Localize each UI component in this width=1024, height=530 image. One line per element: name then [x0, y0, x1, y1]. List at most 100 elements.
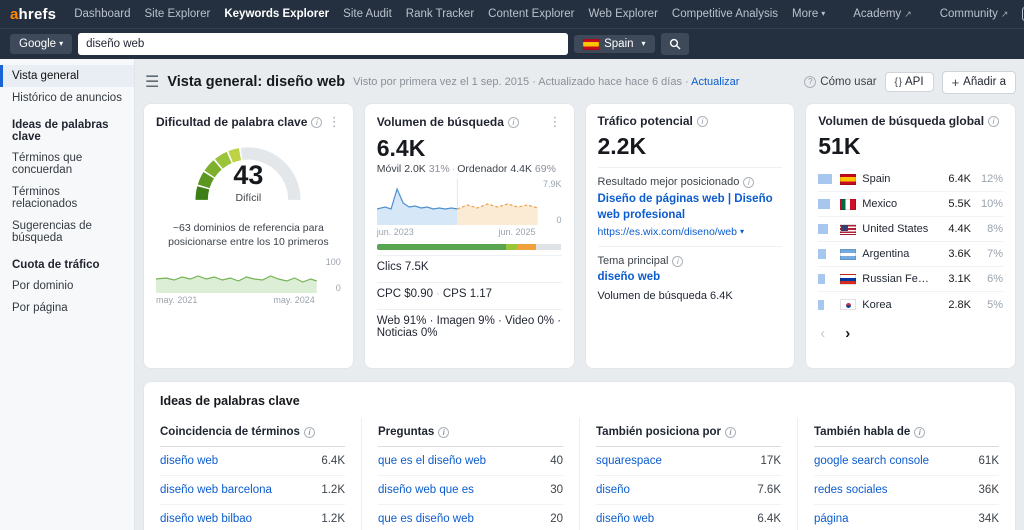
page-subtitle: Visto por primera vez el 1 sep. 2015 · A…: [353, 76, 739, 88]
refresh-link[interactable]: Actualizar: [691, 76, 739, 88]
keyword-search-input[interactable]: [78, 33, 568, 55]
card-menu-icon[interactable]: [328, 114, 341, 130]
nav-item-academy[interactable]: Academy: [853, 8, 911, 20]
keyword-link[interactable]: que es diseño web: [378, 513, 474, 525]
nav-item-rank-tracker[interactable]: Rank Tracker: [406, 8, 474, 20]
parent-topic-link[interactable]: diseño web: [598, 271, 661, 283]
table-row: redes sociales36K: [814, 476, 999, 505]
keyword-ideas-panel: Ideas de palabras clave Coincidencia de …: [143, 381, 1016, 530]
divider: [598, 167, 783, 168]
country-name[interactable]: Spain: [862, 173, 931, 185]
info-icon[interactable]: [697, 116, 708, 127]
table-row: página34K: [814, 505, 999, 530]
question-icon: [804, 76, 816, 88]
api-button[interactable]: API: [885, 72, 934, 92]
ahrefs-logo[interactable]: ahrefs: [10, 6, 56, 23]
nav-item-web-explorer[interactable]: Web Explorer: [588, 8, 657, 20]
difficulty-value: 43: [183, 160, 313, 191]
menu-icon[interactable]: [145, 72, 159, 92]
sidebar-section-traffic-share: Cuota de tráfico: [0, 249, 134, 275]
keyword-ideas-title: Ideas de palabras clave: [144, 382, 1015, 418]
sidebar-item-ads-history[interactable]: Histórico de anuncios: [0, 87, 134, 109]
keyword-link[interactable]: diseño web que es: [378, 484, 474, 496]
card-menu-icon[interactable]: [549, 114, 562, 130]
country-name[interactable]: Argentina: [862, 248, 931, 260]
prev-page-icon[interactable]: ‹: [820, 326, 825, 341]
country-name[interactable]: Mexico: [862, 198, 931, 210]
difficulty-label: Difícil: [183, 192, 313, 204]
nav-item-site-audit[interactable]: Site Audit: [343, 8, 392, 20]
spain-flag-icon: [583, 39, 599, 50]
keyword-link[interactable]: diseño web: [596, 513, 654, 525]
info-icon[interactable]: [508, 117, 519, 128]
sidebar-item-related-terms[interactable]: Términos relacionados: [0, 181, 134, 215]
top-result-title-link[interactable]: Diseño de páginas web | Diseño web profe…: [598, 192, 783, 223]
info-icon[interactable]: [672, 256, 683, 267]
cpc-cps-row: CPC $0.90·CPS 1.17: [377, 282, 562, 304]
table-row: diseño web bilbao1.2K: [160, 505, 345, 530]
keyword-link[interactable]: diseño web: [160, 455, 218, 467]
table-row: que es diseño web20: [378, 505, 563, 530]
sidebar-item-by-page[interactable]: Por página: [0, 297, 134, 319]
nav-item-dashboard[interactable]: Dashboard: [74, 8, 130, 20]
difficulty-description: ~63 dominios de referencia para posicion…: [160, 221, 337, 249]
info-icon[interactable]: [988, 116, 999, 127]
keyword-link[interactable]: google search console: [814, 455, 929, 467]
united-states-flag-icon: [840, 224, 856, 235]
card-title: Dificultad de palabra clave: [156, 115, 307, 129]
keyword-difficulty-card: Dificultad de palabra clave 43: [143, 103, 354, 369]
column-matching-terms: Coincidencia de términos diseño web6.4K …: [144, 418, 362, 530]
info-icon[interactable]: [914, 427, 925, 438]
info-icon[interactable]: [725, 427, 736, 438]
sidebar-item-matching-terms[interactable]: Términos que concuerdan: [0, 147, 134, 181]
country-row-united-states: United States 4.4K8%: [818, 217, 1003, 242]
card-title: Tráfico potencial: [598, 114, 693, 128]
top-result-url-link[interactable]: https://es.wix.com/diseno/web: [598, 226, 783, 238]
keyword-link[interactable]: redes sociales: [814, 484, 888, 496]
keyword-link[interactable]: diseño web bilbao: [160, 513, 252, 525]
keyword-link[interactable]: página: [814, 513, 849, 525]
sidebar-item-overview[interactable]: Vista general: [0, 65, 134, 87]
nav-item-more[interactable]: More: [792, 8, 825, 20]
keyword-link[interactable]: que es el diseño web: [378, 455, 486, 467]
nav-item-community[interactable]: Community: [940, 8, 1009, 20]
info-icon[interactable]: [304, 427, 315, 438]
country-name[interactable]: Russian Federation: [862, 273, 931, 285]
search-icon: [669, 38, 681, 50]
korea-flag-icon: [840, 299, 856, 310]
nav-item-site-explorer[interactable]: Site Explorer: [145, 8, 211, 20]
table-row: diseño web6.4K: [596, 505, 781, 530]
page-title: Vista general: diseño web: [167, 74, 345, 90]
sidebar-section-keyword-ideas: Ideas de palabras clave: [0, 109, 134, 147]
country-row-argentina: Argentina 3.6K7%: [818, 242, 1003, 267]
table-row: diseño web que es30: [378, 476, 563, 505]
info-icon[interactable]: [311, 117, 322, 128]
keyword-link[interactable]: diseño web barcelona: [160, 484, 272, 496]
search-button[interactable]: [661, 33, 689, 55]
traffic-potential-value: 2.2K: [598, 134, 783, 159]
country-name[interactable]: United States: [862, 223, 931, 235]
search-engine-dropdown[interactable]: Google: [10, 34, 72, 54]
nav-item-keywords-explorer[interactable]: Keywords Explorer: [224, 8, 329, 20]
keyword-link[interactable]: diseño: [596, 484, 630, 496]
nav-item-competitive-analysis[interactable]: Competitive Analysis: [672, 8, 778, 20]
country-dropdown[interactable]: Spain: [574, 35, 654, 53]
info-icon[interactable]: [438, 427, 449, 438]
country-name[interactable]: Korea: [862, 299, 931, 311]
info-icon[interactable]: [743, 177, 754, 188]
app-window: ahrefs Dashboard Site Explorer Keywords …: [0, 0, 1024, 530]
country-row-russian-federation: Russian Federation 3.1K6%: [818, 267, 1003, 292]
nav-item-content-explorer[interactable]: Content Explorer: [488, 8, 574, 20]
top-result-label: Resultado mejor posicionado: [598, 176, 783, 188]
table-row: diseño web barcelona1.2K: [160, 476, 345, 505]
top-nav: ahrefs Dashboard Site Explorer Keywords …: [0, 0, 1024, 28]
how-to-use-button[interactable]: Cómo usar: [804, 76, 876, 88]
next-page-icon[interactable]: ›: [845, 326, 850, 341]
difficulty-history-chart: 1000: [156, 257, 341, 293]
clicks-row[interactable]: Clics 7.5K: [377, 255, 562, 277]
keyword-link[interactable]: squarespace: [596, 455, 662, 467]
add-to-button[interactable]: Añadir a: [942, 71, 1016, 94]
sidebar-item-search-suggestions[interactable]: Sugerencias de búsqueda: [0, 215, 134, 249]
sidebar-item-by-domain[interactable]: Por dominio: [0, 275, 134, 297]
column-also-talks-about: También habla de google search console61…: [798, 418, 1015, 530]
